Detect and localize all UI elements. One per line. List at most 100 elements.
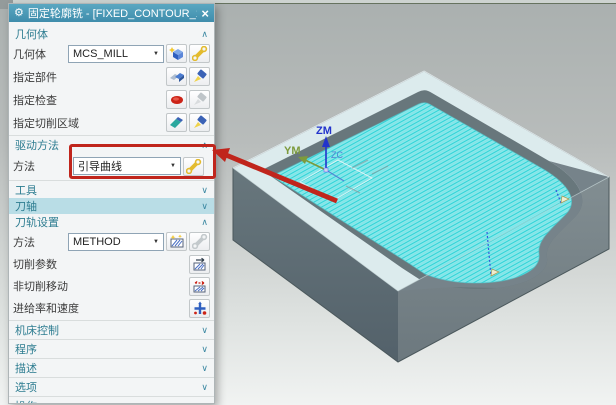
non-cutting-moves-row: 非切削移动 (13, 275, 210, 297)
wrench-disabled-icon (191, 234, 207, 249)
section-description-label: 描述 (15, 363, 37, 375)
section-options[interactable]: 选项 ∨ (13, 379, 210, 395)
part-geometry-icon (169, 73, 184, 82)
new-method-icon (170, 234, 183, 248)
chevron-up-icon: ∧ (201, 139, 208, 150)
edit-method-button[interactable] (189, 232, 210, 251)
cut-area-icon (169, 117, 183, 128)
chevron-down-icon: ▼ (170, 163, 176, 169)
specify-cut-area-label: 指定切削区域 (13, 117, 79, 130)
wrench-icon (191, 46, 207, 61)
section-program[interactable]: 程序 ∨ (13, 341, 210, 357)
path-method-row: 方法 METHOD ▼ (13, 230, 210, 253)
section-machine-control[interactable]: 机床控制 ∨ (13, 322, 210, 338)
specify-part-button[interactable] (166, 67, 187, 86)
cutting-params-button[interactable] (189, 254, 210, 274)
geometry-value: MCS_MILL (73, 47, 129, 60)
dialog-title: 固定轮廓铣 - [FIXED_CONTOUR_1--用引l... (27, 8, 198, 20)
geometry-dropdown[interactable]: MCS_MILL ▼ (68, 44, 164, 63)
fixed-contour-dialog: ⚙ 固定轮廓铣 - [FIXED_CONTOUR_1--用引l... × 几何体… (8, 3, 215, 404)
specify-check-select-button[interactable] (189, 90, 210, 109)
section-tool[interactable]: 工具 ∨ (13, 182, 210, 198)
geometry-row: 几何体 MCS_MILL ▼ (13, 42, 210, 65)
section-machine-control-label: 机床控制 (15, 325, 59, 337)
section-tool-axis[interactable]: 刀轴 ∨ (9, 198, 214, 214)
section-drive-method[interactable]: 驱动方法 ∧ (13, 137, 210, 153)
chevron-down-icon: ▼ (153, 238, 159, 245)
chevron-up-icon: ∧ (201, 216, 208, 227)
feeds-speeds-label: 进给率和速度 (13, 303, 79, 315)
divider (9, 135, 214, 136)
feeds-speeds-icon (193, 301, 206, 315)
zm-axis-label: ZM (316, 125, 332, 137)
divider (9, 358, 214, 359)
feeds-speeds-row: 进给率和速度 (13, 297, 210, 319)
path-method-label: 方法 (13, 236, 35, 249)
divider (9, 396, 214, 397)
divider (9, 180, 214, 181)
drive-method-row: 方法 引导曲线 ▼ (13, 153, 210, 179)
specify-part-select-button[interactable] (189, 67, 210, 86)
path-method-value: METHOD (73, 235, 121, 248)
specify-part-row: 指定部件 (13, 65, 210, 88)
cutting-params-row: 切削参数 (13, 253, 210, 275)
specify-check-row: 指定检查 (13, 88, 210, 111)
section-tool-axis-label: 刀轴 (15, 201, 37, 213)
non-cutting-moves-label: 非切削移动 (13, 281, 68, 293)
cutting-params-icon (193, 257, 205, 270)
section-actions-label: 操作 (15, 398, 37, 403)
section-program-label: 程序 (15, 344, 37, 356)
chevron-down-icon: ∨ (201, 381, 208, 392)
specify-check-label: 指定检查 (13, 94, 57, 107)
new-method-button[interactable] (166, 232, 187, 251)
edit-geometry-button[interactable] (189, 44, 210, 63)
machined-part-block (232, 70, 610, 363)
specify-part-label: 指定部件 (13, 71, 57, 84)
geometry-label: 几何体 (13, 48, 46, 61)
divider (9, 339, 214, 340)
zc-axis-label: ZC (331, 150, 343, 160)
wrench-icon (185, 158, 201, 174)
section-geometry[interactable]: 几何体 ∧ (13, 26, 210, 42)
flashlight-icon (193, 69, 207, 82)
nx-application-window: ZM YM ZC ⚙ 固定轮廓铣 - [FIXED_CONTOUR_1--用引l… (0, 0, 616, 405)
specify-cut-area-select-button[interactable] (189, 113, 210, 132)
new-geometry-icon (168, 47, 183, 60)
edit-drive-method-button[interactable] (183, 156, 204, 176)
chevron-down-icon: ∨ (201, 184, 208, 195)
specify-cut-area-button[interactable] (166, 113, 187, 132)
new-geometry-button[interactable] (166, 44, 187, 63)
divider (9, 320, 214, 321)
dialog-body: 几何体 ∧ 几何体 MCS_MILL ▼ 指定部件 指定检查 指定切削区域 驱动… (9, 22, 214, 404)
non-cutting-moves-button[interactable] (189, 276, 210, 296)
dialog-titlebar[interactable]: ⚙ 固定轮廓铣 - [FIXED_CONTOUR_1--用引l... × (9, 4, 214, 22)
section-drive-method-label: 驱动方法 (15, 140, 59, 152)
drive-method-label: 方法 (13, 161, 35, 173)
section-tool-label: 工具 (15, 185, 37, 197)
section-path-settings[interactable]: 刀轨设置 ∧ (13, 214, 210, 230)
non-cutting-moves-icon (193, 280, 205, 292)
chevron-up-icon: ∧ (201, 401, 208, 404)
section-description[interactable]: 描述 ∨ (13, 360, 210, 376)
dialog-menu-gear-icon[interactable]: ⚙ (14, 7, 24, 19)
specify-cut-area-row: 指定切削区域 (13, 111, 210, 134)
chevron-down-icon: ∨ (201, 324, 208, 335)
ym-axis-label: YM (284, 145, 301, 157)
specify-check-button[interactable] (166, 90, 187, 109)
chevron-down-icon: ∨ (201, 200, 208, 211)
close-icon[interactable]: × (201, 6, 209, 21)
check-geometry-icon (170, 96, 183, 104)
section-actions[interactable]: 操作 ∧ (13, 398, 210, 404)
chevron-up-icon: ∧ (201, 28, 208, 39)
drive-method-value: 引导曲线 (78, 161, 122, 173)
cutting-params-label: 切削参数 (13, 259, 57, 271)
feeds-speeds-button[interactable] (189, 298, 210, 318)
section-options-label: 选项 (15, 382, 37, 394)
chevron-down-icon: ∨ (201, 343, 208, 354)
chevron-down-icon: ▼ (153, 50, 159, 57)
flashlight-disabled-icon (193, 92, 207, 105)
section-geometry-label: 几何体 (15, 29, 48, 41)
path-method-dropdown[interactable]: METHOD ▼ (68, 232, 164, 251)
drive-method-dropdown[interactable]: 引导曲线 ▼ (73, 157, 181, 175)
chevron-down-icon: ∨ (201, 362, 208, 373)
